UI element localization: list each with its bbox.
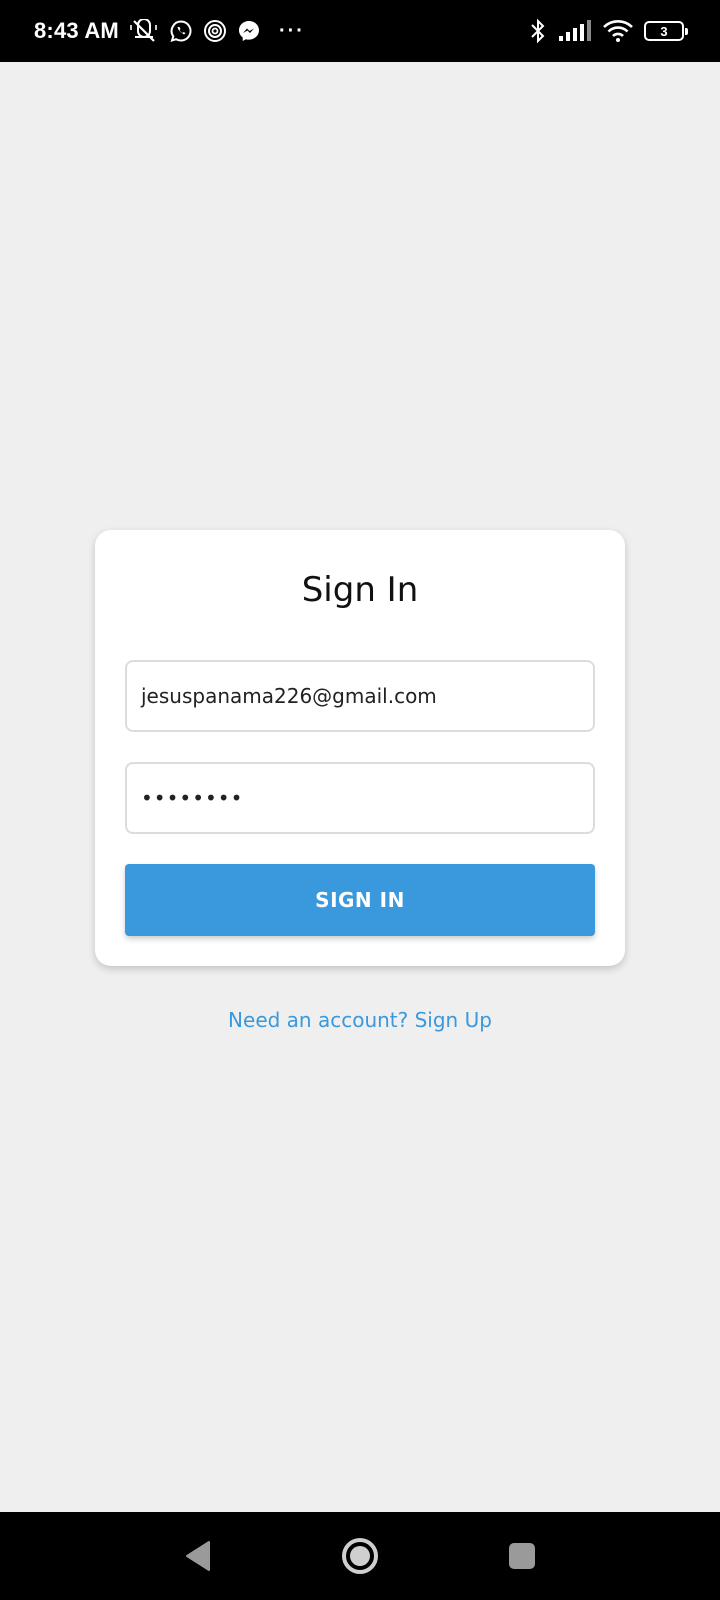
battery-level: 3 [660,23,668,39]
password-value: •••••••• [141,786,244,810]
password-field[interactable]: •••••••• [125,762,595,834]
signin-card: Sign In jesuspanama226@gmail.com •••••••… [95,530,625,966]
sign-in-button[interactable]: SIGN IN [125,864,595,936]
battery-icon: 3 [644,21,688,41]
messenger-icon [237,19,261,43]
email-field[interactable]: jesuspanama226@gmail.com [125,660,595,732]
muted-mic-icon [129,19,159,43]
cell-signal-icon [558,20,592,42]
email-value: jesuspanama226@gmail.com [141,684,437,708]
sign-up-link[interactable]: Need an account? Sign Up [0,1008,720,1032]
status-bar-right: 3 [528,18,688,44]
wifi-icon [602,19,634,43]
threads-icon [203,19,227,43]
status-bar-left: 8:43 AM ··· [34,18,305,44]
status-bar: 8:43 AM ··· 3 [0,0,720,62]
home-icon[interactable] [338,1534,382,1578]
bluetooth-icon [528,18,548,44]
recents-icon[interactable] [500,1534,544,1578]
more-dots-icon: ··· [278,19,305,42]
whatsapp-icon [169,19,193,43]
navigation-bar [0,1512,720,1600]
back-icon[interactable] [176,1534,220,1578]
status-time: 8:43 AM [34,18,119,43]
signin-title: Sign In [301,570,419,610]
